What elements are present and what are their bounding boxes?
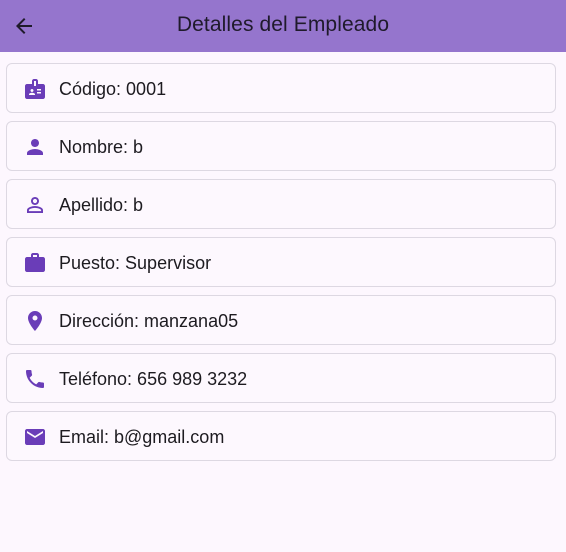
detail-card-puesto: Puesto: Supervisor: [6, 237, 556, 287]
detail-text-codigo: Código: 0001: [59, 79, 167, 99]
detail-card-direccion: Dirección: manzana05: [6, 295, 556, 345]
detail-card-codigo: Código: 0001: [6, 63, 556, 113]
email-icon: [23, 425, 47, 449]
detail-card-email: Email: b@gmail.com: [6, 411, 556, 461]
app-bar: Detalles del Empleado: [0, 0, 566, 52]
person-outline-icon: [23, 193, 47, 217]
work-icon: [23, 251, 47, 275]
employee-details-list: Código: 0001 Nombre: b Apellido: b Puest…: [6, 63, 556, 469]
phone-icon: [23, 367, 47, 391]
detail-text-nombre: Nombre: b: [59, 137, 144, 157]
person-icon: [23, 135, 47, 159]
location-pin-icon: [23, 309, 47, 333]
detail-text-email: Email: b@gmail.com: [59, 427, 225, 447]
detail-text-puesto: Puesto: Supervisor: [59, 253, 212, 273]
page-title: Detalles del Empleado: [176, 13, 390, 36]
badge-icon: [23, 77, 47, 101]
detail-text-telefono: Teléfono: 656 989 3232: [59, 369, 248, 389]
detail-text-apellido: Apellido: b: [59, 195, 144, 215]
detail-card-apellido: Apellido: b: [6, 179, 556, 229]
detail-card-telefono: Teléfono: 656 989 3232: [6, 353, 556, 403]
detail-text-direccion: Dirección: manzana05: [59, 311, 239, 331]
detail-card-nombre: Nombre: b: [6, 121, 556, 171]
